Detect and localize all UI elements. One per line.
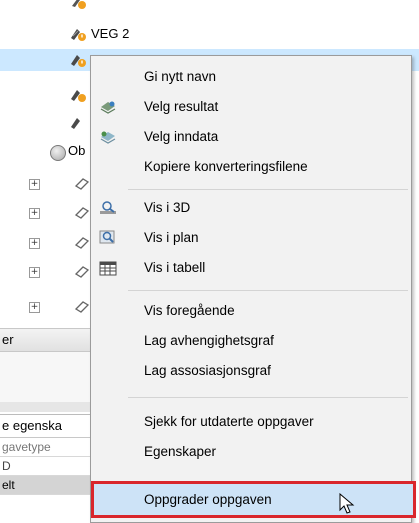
layer-icon: [74, 266, 90, 278]
property-row[interactable]: D: [0, 457, 98, 476]
task-icon: [71, 29, 86, 41]
menu-item-label: Velg inndata: [144, 129, 219, 144]
menu-item-label: Vis i plan: [144, 230, 199, 245]
menu-item-view-previous[interactable]: Vis foregående: [91, 296, 411, 326]
tree-item[interactable]: VEG 2: [0, 23, 419, 45]
panel-header[interactable]: er: [0, 328, 98, 352]
menu-separator: [128, 290, 408, 291]
menu-item-label: Velg resultat: [144, 99, 219, 114]
layer-icon: [74, 178, 90, 190]
property-row[interactable]: gavetype: [0, 438, 98, 457]
task-icon: [71, 90, 86, 102]
select-input-icon: [100, 131, 116, 144]
menu-item-select-input[interactable]: Velg inndata: [91, 122, 411, 152]
menu-item-create-dependency-graph[interactable]: Lag avhengighetsgraf: [91, 326, 411, 356]
menu-item-label: Lag assosiasjonsgraf: [144, 363, 271, 378]
property-row[interactable]: elt: [0, 476, 98, 495]
menu-item-label: Kopiere konverteringsfilene: [144, 159, 308, 174]
properties-header[interactable]: e egenska: [0, 414, 98, 438]
menu-item-upgrade-task[interactable]: Oppgrader oppgaven: [91, 481, 416, 518]
menu-item-label: Sjekk for utdaterte oppgaver: [144, 414, 314, 429]
menu-item-select-result[interactable]: Velg resultat: [91, 92, 411, 122]
menu-item-label: Vis i 3D: [144, 200, 191, 215]
view-3d-icon: [100, 201, 116, 214]
view-plan-icon: [99, 230, 115, 244]
expand-icon[interactable]: +: [29, 208, 40, 219]
tree-item-label: VEG 2: [91, 26, 130, 41]
menu-item-create-association-graph[interactable]: Lag assosiasjonsgraf: [91, 356, 411, 386]
menu-item-view-table[interactable]: Vis i tabell: [91, 253, 411, 283]
menu-separator: [128, 397, 408, 398]
expand-icon[interactable]: +: [29, 238, 40, 249]
context-menu: Gi nytt navn Velg resultat Velg inndata …: [90, 55, 416, 523]
layer-icon: [74, 207, 90, 219]
menu-item-view-3d[interactable]: Vis i 3D: [91, 193, 411, 223]
select-result-icon: [100, 101, 116, 114]
menu-item-view-plan[interactable]: Vis i plan: [91, 223, 411, 253]
task-icon: [71, 55, 86, 67]
menu-item-label: Oppgrader oppgaven: [144, 492, 272, 507]
task-icon: [71, 118, 80, 129]
menu-item-label: Lag avhengighetsgraf: [144, 333, 274, 348]
menu-item-copy-conversion-files[interactable]: Kopiere konverteringsfilene: [91, 152, 411, 182]
menu-item-label: Egenskaper: [144, 444, 217, 459]
globe-icon: [50, 145, 66, 161]
menu-item-label: Vis foregående: [144, 303, 235, 318]
menu-separator: [128, 189, 408, 190]
layer-icon: [74, 301, 90, 313]
menu-item-properties[interactable]: Egenskaper: [91, 437, 411, 467]
mouse-cursor-icon: [339, 493, 355, 514]
panel-body: [0, 352, 96, 402]
menu-item-check-outdated-tasks[interactable]: Sjekk for utdaterte oppgaver: [91, 407, 411, 437]
table-icon: [99, 261, 117, 276]
expand-icon[interactable]: +: [29, 179, 40, 190]
menu-item-label: Vis i tabell: [144, 260, 206, 275]
menu-item-rename[interactable]: Gi nytt navn: [91, 62, 411, 92]
menu-item-label: Gi nytt navn: [144, 69, 217, 84]
panel-body: [0, 402, 96, 412]
layer-icon: [74, 237, 90, 249]
tree-item-label: Ob: [68, 143, 86, 158]
expand-icon[interactable]: +: [29, 302, 40, 313]
expand-icon[interactable]: +: [29, 267, 40, 278]
task-icon: [72, 0, 86, 9]
